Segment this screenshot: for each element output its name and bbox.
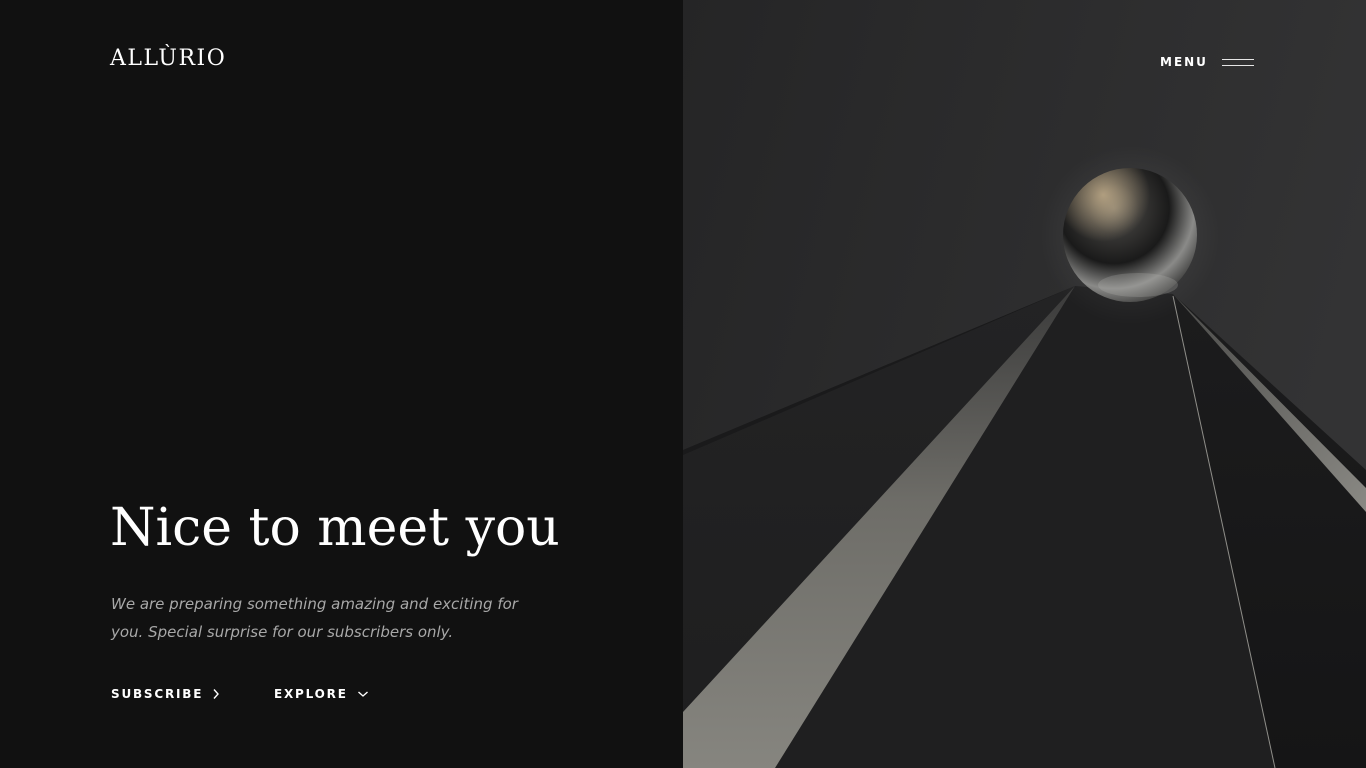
menu-button[interactable]: MENU — [1160, 52, 1254, 72]
explore-label: EXPLORE — [274, 687, 348, 701]
explore-button[interactable]: EXPLORE — [274, 684, 369, 704]
brand-logo[interactable]: ALLÙRIO — [110, 44, 226, 74]
chevron-right-icon — [213, 689, 220, 699]
hero-headline: Nice to meet you — [110, 498, 560, 558]
subscribe-label: SUBSCRIBE — [111, 687, 204, 701]
hero-artwork: MENU — [683, 0, 1366, 768]
left-panel: ALLÙRIO Nice to meet you We are preparin… — [0, 0, 683, 768]
hero-tagline: We are preparing something amazing and e… — [111, 595, 518, 641]
subscribe-button[interactable]: SUBSCRIBE — [111, 684, 220, 704]
chevron-down-icon — [357, 691, 368, 697]
menu-label: MENU — [1160, 55, 1208, 69]
hamburger-icon — [1221, 58, 1254, 66]
metal-sphere-artwork — [683, 0, 1366, 768]
